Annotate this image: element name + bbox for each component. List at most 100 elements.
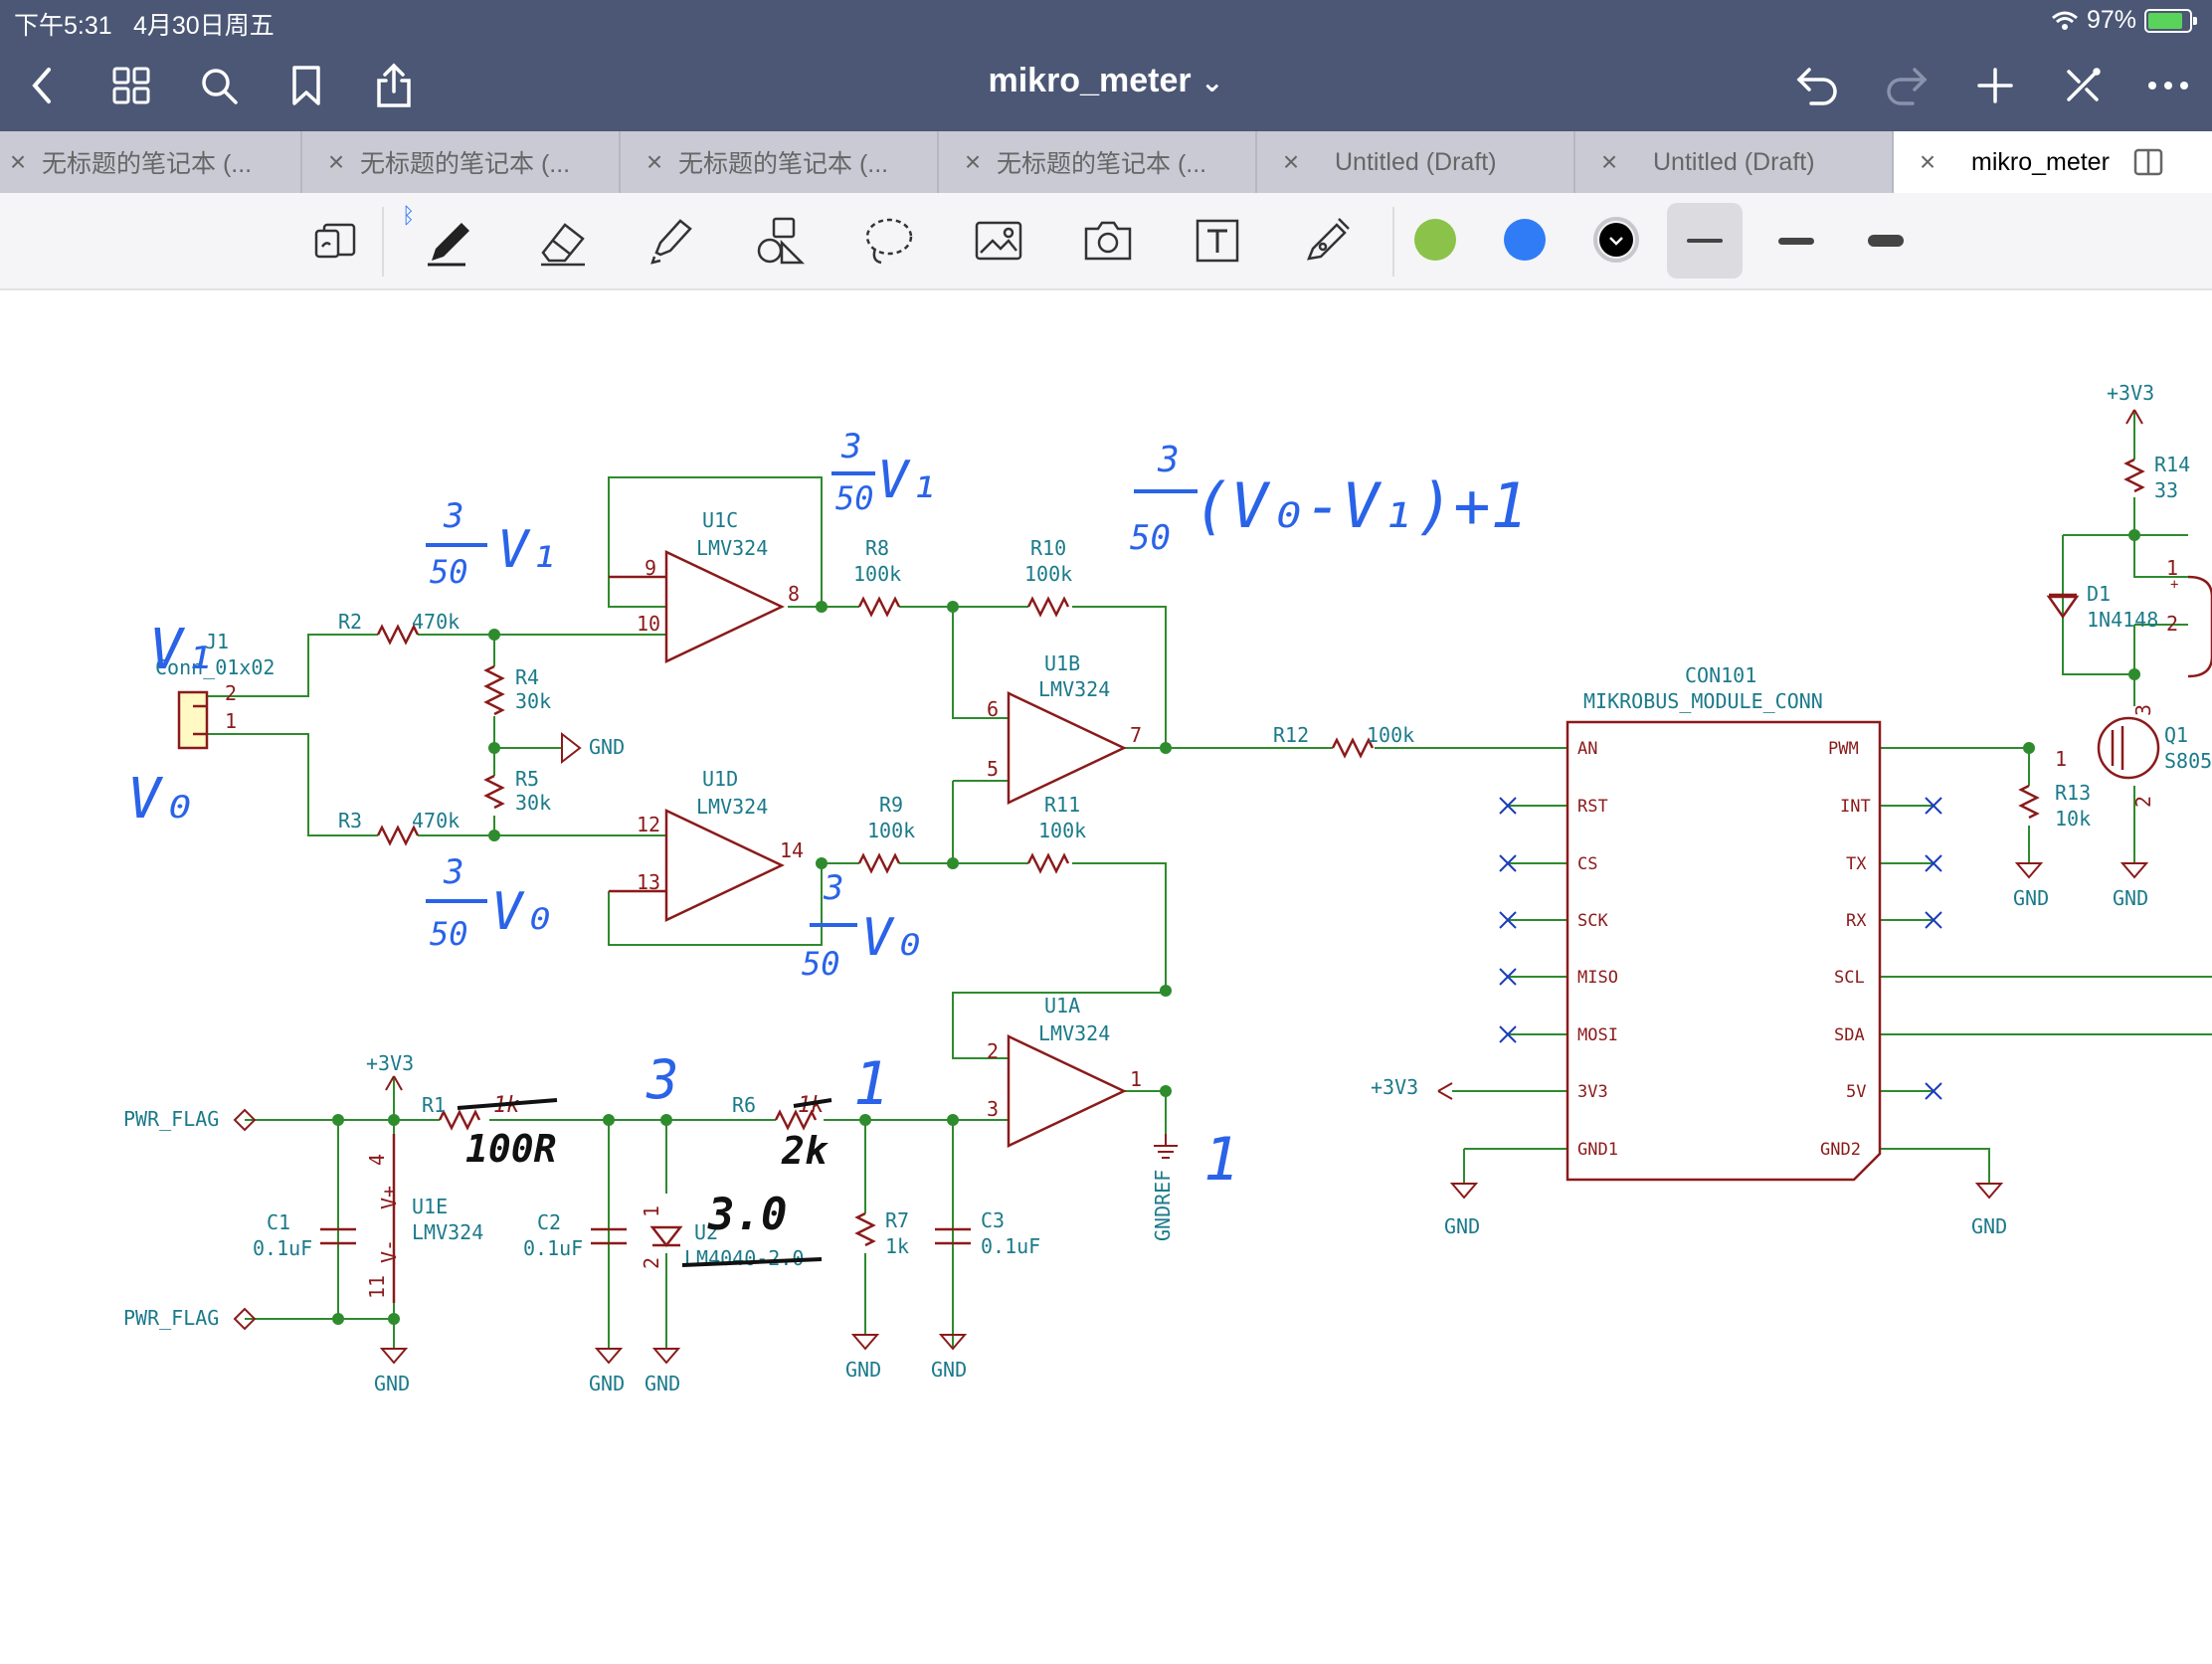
pin-u1b-6: 6	[987, 697, 999, 721]
tab-notebook-1[interactable]: × 无标题的笔记本 (...	[0, 131, 302, 193]
status-right: 97%	[2051, 6, 2197, 35]
shapes-tool-icon[interactable]	[748, 209, 812, 273]
label-r14-ref: R14	[2154, 453, 2190, 476]
color-black-selected[interactable]	[1593, 217, 1639, 263]
lasso-tool-icon[interactable]	[857, 209, 921, 273]
label-r2-value: 470k	[412, 610, 460, 634]
pin-sck: SCK	[1577, 911, 1608, 931]
hw-frac-den-2: 50	[835, 479, 874, 517]
close-icon[interactable]: ×	[1595, 146, 1623, 178]
label-u1a-value: LMV324	[1038, 1021, 1110, 1045]
color-green[interactable]	[1414, 219, 1456, 261]
label-pwr-flag-2: PWR_FLAG	[123, 1306, 219, 1330]
label-c3-value: 0.1uF	[981, 1234, 1040, 1258]
label-r7-ref: R7	[885, 1208, 909, 1232]
label-r4-value: 30k	[515, 689, 551, 713]
pin-u1c-8: 8	[788, 582, 800, 606]
pen-settings-icon[interactable]	[2055, 58, 2111, 113]
label-c2-ref: C2	[537, 1210, 561, 1234]
status-date: 4月30日周五	[133, 12, 275, 40]
pin-gnd2: GND2	[1820, 1140, 1861, 1160]
tab-mikro-meter[interactable]: × mikro_meter	[1894, 131, 2212, 193]
label-r3-value: 470k	[412, 809, 460, 832]
hw-frac-num-1: 3	[443, 496, 463, 536]
bluetooth-icon: ᛒ	[402, 203, 416, 228]
laser-pointer-icon[interactable]	[1295, 209, 1359, 273]
chevron-down-icon: ⌄	[1200, 67, 1224, 97]
pin-sda: SDA	[1834, 1025, 1865, 1045]
tab-untitled-1[interactable]: × Untitled (Draft)	[1257, 131, 1575, 193]
pin-int: INT	[1840, 797, 1871, 817]
label-u1e-value: LMV324	[412, 1220, 483, 1244]
hw-frac-num-2: 3	[840, 427, 861, 466]
tab-untitled-2[interactable]: × Untitled (Draft)	[1575, 131, 1894, 193]
mikrobus-pin-labels: AN RST CS SCK MISO MOSI 3V3 GND1 PWM INT…	[1577, 739, 1871, 1160]
image-tool-icon[interactable]	[967, 209, 1030, 273]
label-r2-ref: R2	[338, 610, 362, 634]
pin-u1e-vminus: V-	[377, 1239, 401, 1263]
label-r10-ref: R10	[1030, 536, 1066, 560]
label-pwr-flag-1: PWR_FLAG	[123, 1107, 219, 1131]
hw-v1-b: V₁	[877, 451, 940, 510]
eraser-tool-icon[interactable]	[531, 209, 595, 273]
label-r5-value: 30k	[515, 791, 551, 815]
close-icon[interactable]: ×	[322, 146, 350, 178]
hw-three: 3	[645, 1048, 679, 1111]
close-icon[interactable]: ×	[641, 146, 668, 178]
close-icon[interactable]: ×	[4, 146, 32, 178]
add-icon[interactable]	[1967, 58, 2023, 113]
camera-tool-icon[interactable]	[1076, 209, 1140, 273]
wifi-icon	[2051, 11, 2078, 30]
label-gnd-c3: GND	[931, 1358, 967, 1382]
label-c3-ref: C3	[981, 1208, 1005, 1232]
status-time: 下午5:31	[14, 12, 112, 40]
pin-u1b-5: 5	[987, 757, 999, 781]
pin-u1c-10: 10	[637, 612, 660, 636]
label-r3-ref: R3	[338, 809, 362, 832]
pin-q1-2: 2	[2131, 796, 2155, 808]
hw-frac-den-5: 50	[802, 945, 840, 983]
label-u1b-value: LMV324	[1038, 677, 1110, 701]
pin-u2-2: 2	[640, 1257, 663, 1269]
tab-notebook-2[interactable]: × 无标题的笔记本 (...	[302, 131, 621, 193]
pin-u1c-9: 9	[645, 556, 656, 580]
color-blue[interactable]	[1504, 219, 1546, 261]
close-icon[interactable]: ×	[959, 146, 987, 178]
close-icon[interactable]: ×	[1277, 146, 1305, 178]
stroke-medium[interactable]	[1764, 209, 1828, 273]
more-icon[interactable]	[2140, 58, 2196, 113]
label-u2-value: LM4040-2.0	[684, 1246, 804, 1270]
tab-label: 无标题的笔记本 (...	[360, 150, 571, 178]
pin-q1-3: 3	[2131, 704, 2155, 716]
toolbar-divider	[382, 207, 384, 277]
tab-label: 无标题的笔记本 (...	[678, 150, 889, 178]
pin-scl: SCL	[1834, 968, 1865, 988]
split-view-icon[interactable]	[2133, 147, 2163, 177]
highlighter-tool-icon[interactable]	[639, 209, 702, 273]
label-r8-value: 100k	[853, 562, 901, 586]
label-gnd-q1: GND	[2113, 886, 2148, 910]
label-con101-value: MIKROBUS_MODULE_CONN	[1583, 689, 1823, 713]
read-mode-icon[interactable]	[304, 209, 368, 273]
redo-icon[interactable]	[1878, 58, 1934, 113]
text-tool-icon[interactable]	[1186, 209, 1249, 273]
pin-q1-1: 1	[2055, 747, 2067, 771]
tab-notebook-4[interactable]: × 无标题的笔记本 (...	[939, 131, 1257, 193]
pin-u1a-2: 2	[987, 1039, 999, 1063]
pen-tool-icon[interactable]	[418, 209, 481, 273]
stroke-thin-selected[interactable]	[1667, 203, 1743, 278]
stroke-thick[interactable]	[1854, 209, 1918, 273]
tab-notebook-3[interactable]: × 无标题的笔记本 (...	[621, 131, 939, 193]
label-gnd: GND	[589, 735, 625, 759]
label-u1a-ref: U1A	[1044, 994, 1080, 1017]
label-q1-ref: Q1	[2164, 723, 2188, 747]
pin-u2-1: 1	[640, 1205, 663, 1217]
drawing-toolbar: ᛒ	[0, 193, 2212, 290]
stroke-thin-icon	[1687, 239, 1723, 243]
hw-one-b: 1	[1203, 1125, 1239, 1195]
label-gnd-u1e: GND	[374, 1372, 410, 1395]
undo-icon[interactable]	[1790, 58, 1846, 113]
pin-gnd1: GND1	[1577, 1140, 1618, 1160]
note-canvas[interactable]: J1 Conn_01x02 R2 470k R3 470k R4 30k R5 …	[0, 290, 2212, 1659]
close-icon[interactable]: ×	[1914, 146, 1941, 178]
